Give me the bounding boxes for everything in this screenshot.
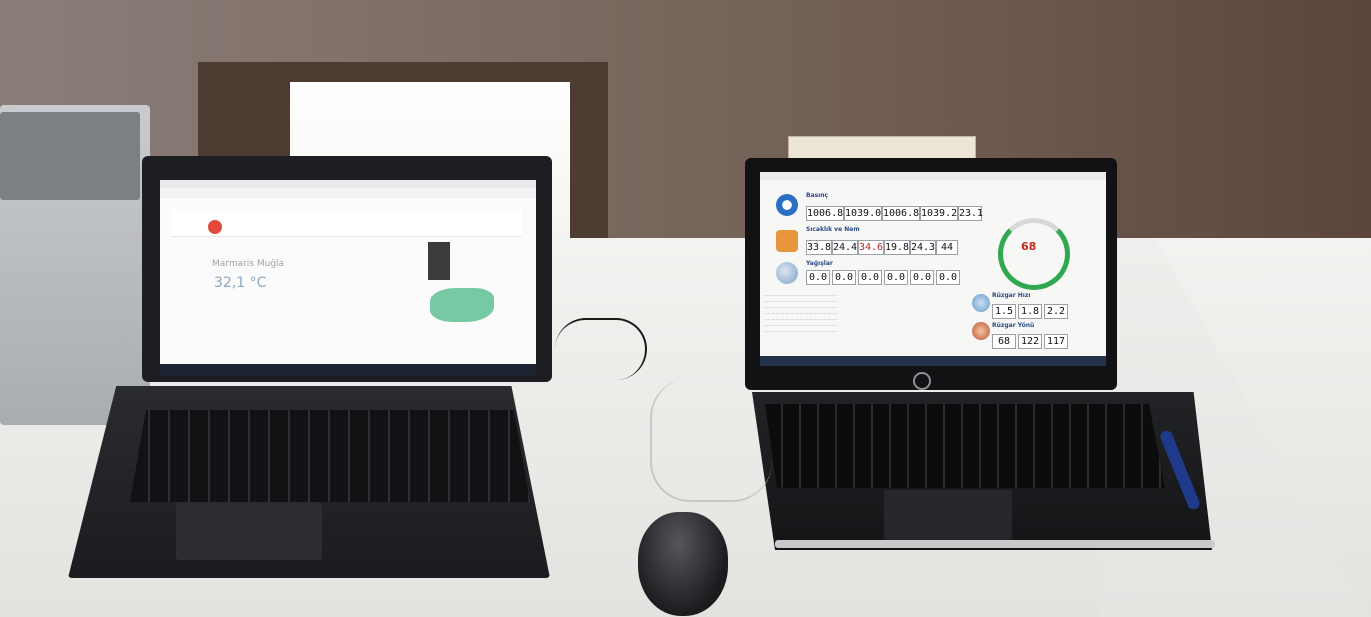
wind-speed-value-3: 2.2 [1044,304,1068,319]
rain-value-4: 0.0 [884,270,908,285]
pressure-heading: Basınç [806,192,829,199]
right-laptop-edge [775,540,1215,548]
city-label: Marmaris Muğla [212,259,285,269]
temp-value-2: 24.4 [832,240,858,255]
left-laptop-keyboard [130,410,530,502]
rain-cloud-icon [776,262,798,284]
wind-dir-value-1: 68 [992,334,1016,349]
wind-dir-value-3: 117 [1044,334,1068,349]
pressure-value-2: 1039.0 [844,206,882,221]
left-laptop-screen: Marmaris Muğla 32,1 °C [160,180,536,376]
right-laptop-touchpad [884,490,1012,540]
windows-taskbar [160,364,536,376]
wind-speed-value-1: 1.5 [992,304,1016,319]
wind-speed-heading: Rüzgar Hızı [992,292,1031,299]
wind-rose-icon [972,294,990,312]
temp-value-1: 33.8 [806,240,832,255]
wind-speed-value-2: 1.8 [1018,304,1042,319]
computer-mouse [638,512,728,616]
temp-value-4: 19.8 [884,240,910,255]
rain-value-3: 0.0 [858,270,882,285]
rain-value-2: 0.0 [832,270,856,285]
person-photo [428,242,450,280]
temp-value-3: 34.6 [858,240,884,255]
event-log: ........................................… [764,292,838,333]
browser-tabbar [160,180,536,188]
browser-addressbar [160,188,536,198]
right-laptop-keyboard [765,404,1165,488]
pressure-value-4: 1039.2 [920,206,958,221]
rain-heading: Yağışlar [806,260,833,267]
weather-station-screen: Basınç 1006.8 1039.0 1006.8 1039.2 23.1 … [760,172,1106,366]
wind-direction-heading: Rüzgar Yönü [992,322,1035,329]
temperature-value: 32,1 °C [214,275,267,291]
black-cable [555,318,647,380]
rain-value-6: 0.0 [936,270,960,285]
humidity-value: 44 [936,240,958,255]
rain-value-1: 0.0 [806,270,830,285]
turkey-map [430,288,494,322]
pressure-value-3: 1006.8 [882,206,920,221]
temp-humidity-heading: Sıcaklık ve Nem [806,226,860,233]
temp-value-5: 24.3 [910,240,936,255]
wind-dir-value-2: 122 [1018,334,1042,349]
app-menubar [760,172,1106,180]
gauge-value: 68 [1021,240,1037,253]
windows-taskbar [760,356,1106,366]
wind-gauge [998,218,1070,290]
pressure-value-1: 1006.8 [806,206,844,221]
wind-vane-icon [972,322,990,340]
left-laptop-touchpad [176,502,322,560]
barometer-icon [776,194,798,216]
site-logo-icon [208,220,222,234]
thermometer-icon [776,230,798,252]
grey-usb-cable [650,378,772,502]
printer-slot [0,112,140,200]
pressure-value-5: 23.1 [958,206,984,221]
site-header [172,210,522,237]
rain-value-5: 0.0 [910,270,934,285]
hp-logo-icon [913,372,931,390]
